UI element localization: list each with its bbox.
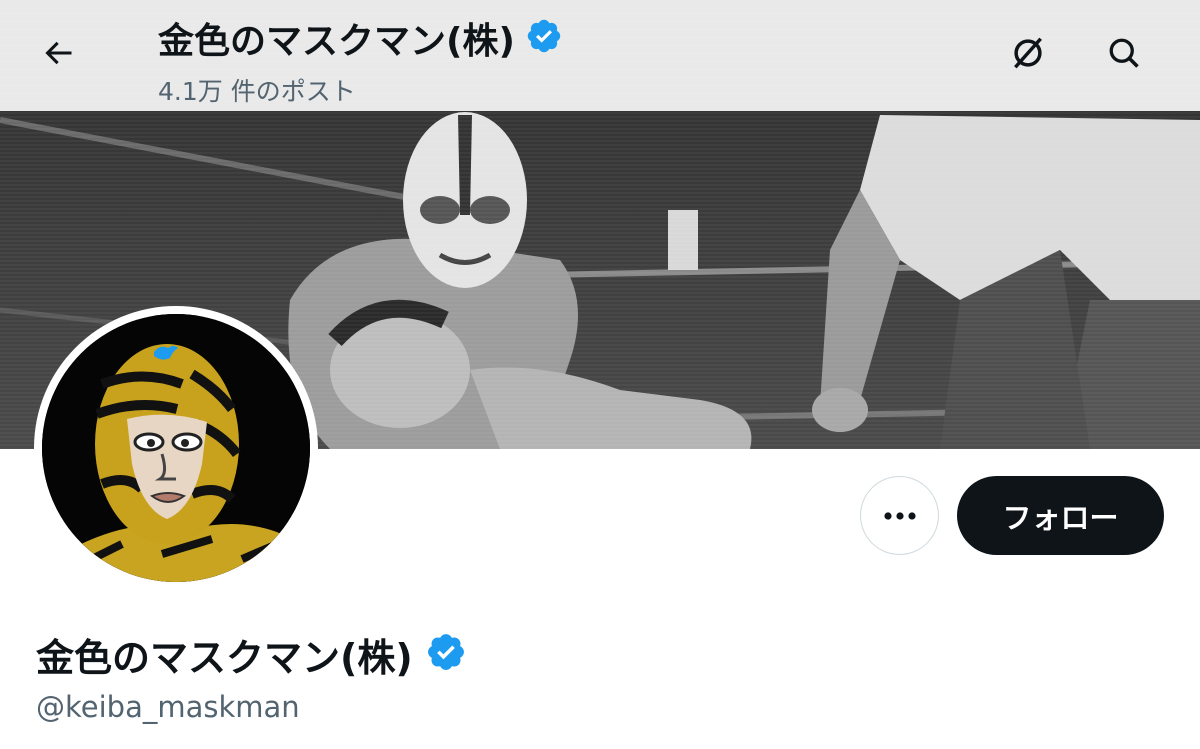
- verified-badge-icon[interactable]: [425, 631, 467, 677]
- follow-button[interactable]: フォロー: [957, 476, 1164, 555]
- search-button[interactable]: [1096, 27, 1152, 83]
- search-icon: [1106, 35, 1142, 75]
- arrow-left-icon: [40, 35, 76, 75]
- profile-avatar[interactable]: [34, 306, 318, 590]
- more-options-button[interactable]: [860, 476, 939, 555]
- back-button[interactable]: [30, 27, 86, 83]
- display-name: 金色のマスクマン(株): [36, 635, 413, 680]
- grok-icon: [1009, 34, 1047, 76]
- more-dots-icon: [883, 506, 917, 525]
- profile-name-row: 金色のマスクマン(株): [36, 626, 467, 682]
- verified-badge-icon: [525, 17, 563, 59]
- header-title: 金色のマスクマン(株): [158, 21, 515, 62]
- post-count: 4.1万 件のポスト: [158, 77, 356, 106]
- profile-handle: @keiba_maskman: [36, 690, 300, 724]
- avatar-image: [42, 314, 310, 582]
- grok-button[interactable]: [1000, 27, 1056, 83]
- header-title-row: 金色のマスクマン(株): [158, 12, 563, 64]
- profile-header-bar: 金色のマスクマン(株) 4.1万 件のポスト: [0, 0, 1200, 111]
